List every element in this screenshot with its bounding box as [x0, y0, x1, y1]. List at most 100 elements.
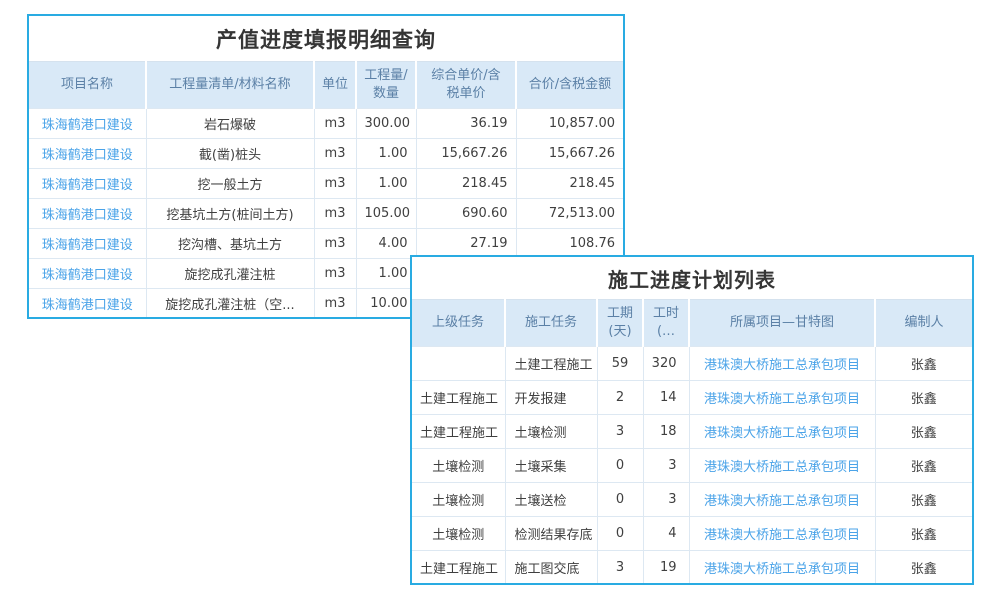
project-link[interactable]: 珠海鹤港口建设: [29, 289, 146, 319]
output-value-detail-title: 产值进度填报明细查询: [29, 16, 623, 61]
unit-cell: m3: [314, 139, 356, 169]
quantity-cell: 1.00: [356, 139, 416, 169]
hours-cell: 18: [643, 415, 689, 449]
hours-cell: 320: [643, 347, 689, 381]
task-cell: 土建工程施工: [505, 347, 597, 381]
unit-cell: m3: [314, 169, 356, 199]
item-name: 岩石爆破: [146, 109, 314, 139]
project-gantt-link[interactable]: 港珠澳大桥施工总承包项目: [689, 483, 875, 517]
col-header-author: 编制人: [875, 300, 972, 347]
project-link[interactable]: 珠海鹤港口建设: [29, 139, 146, 169]
quantity-cell: 300.00: [356, 109, 416, 139]
quantity-cell: 10.00: [356, 289, 416, 319]
author-cell: 张鑫: [875, 483, 972, 517]
table-row: 珠海鹤港口建设 岩石爆破 m3 300.00 36.19 10,857.00: [29, 109, 623, 139]
project-link[interactable]: 珠海鹤港口建设: [29, 109, 146, 139]
project-link[interactable]: 珠海鹤港口建设: [29, 169, 146, 199]
task-cell: 土壤采集: [505, 449, 597, 483]
author-cell: 张鑫: [875, 381, 972, 415]
project-gantt-link[interactable]: 港珠澳大桥施工总承包项目: [689, 517, 875, 551]
table-row: 珠海鹤港口建设 挖一般土方 m3 1.00 218.45 218.45: [29, 169, 623, 199]
unit-price-cell: 15,667.26: [416, 139, 516, 169]
quantity-cell: 105.00: [356, 199, 416, 229]
parent-task-cell: 土建工程施工: [412, 381, 505, 415]
unit-cell: m3: [314, 109, 356, 139]
project-gantt-link[interactable]: 港珠澳大桥施工总承包项目: [689, 449, 875, 483]
project-gantt-link[interactable]: 港珠澳大桥施工总承包项目: [689, 415, 875, 449]
unit-price-cell: 36.19: [416, 109, 516, 139]
project-gantt-link[interactable]: 港珠澳大桥施工总承包项目: [689, 551, 875, 585]
col-header-work-hours: 工时 (…: [643, 300, 689, 347]
hours-cell: 3: [643, 449, 689, 483]
item-name: 旋挖成孔灌注桩: [146, 259, 314, 289]
project-link[interactable]: 珠海鹤港口建设: [29, 199, 146, 229]
table-header-row: 项目名称 工程量清单/材料名称 单位 工程量/ 数量 综合单价/含 税单价 合价…: [29, 62, 623, 109]
col-header-unit-price: 综合单价/含 税单价: [416, 62, 516, 109]
task-cell: 施工图交底: [505, 551, 597, 585]
amount-cell: 72,513.00: [516, 199, 623, 229]
quantity-cell: 1.00: [356, 169, 416, 199]
author-cell: 张鑫: [875, 551, 972, 585]
parent-task-cell: 土建工程施工: [412, 415, 505, 449]
parent-task-cell: 土壤检测: [412, 449, 505, 483]
table-header-row: 上级任务 施工任务 工期 (天) 工时 (… 所属项目—甘特图 编制人: [412, 300, 972, 347]
duration-cell: 59: [597, 347, 643, 381]
quantity-cell: 4.00: [356, 229, 416, 259]
project-link[interactable]: 珠海鹤港口建设: [29, 229, 146, 259]
duration-cell: 2: [597, 381, 643, 415]
duration-cell: 0: [597, 517, 643, 551]
construction-schedule-table: 上级任务 施工任务 工期 (天) 工时 (… 所属项目—甘特图 编制人 土建工程…: [412, 299, 972, 585]
task-cell: 土壤送检: [505, 483, 597, 517]
unit-cell: m3: [314, 259, 356, 289]
item-name: 挖一般土方: [146, 169, 314, 199]
hours-cell: 14: [643, 381, 689, 415]
item-name: 截(凿)桩头: [146, 139, 314, 169]
construction-schedule-title: 施工进度计划列表: [412, 257, 972, 299]
item-name: 挖基坑土方(桩间土方): [146, 199, 314, 229]
author-cell: 张鑫: [875, 347, 972, 381]
duration-cell: 0: [597, 449, 643, 483]
unit-price-cell: 218.45: [416, 169, 516, 199]
table-row: 土建工程施工 开发报建 2 14 港珠澳大桥施工总承包项目 张鑫: [412, 381, 972, 415]
author-cell: 张鑫: [875, 517, 972, 551]
task-cell: 检测结果存底: [505, 517, 597, 551]
parent-task-cell: 土壤检测: [412, 483, 505, 517]
hours-cell: 3: [643, 483, 689, 517]
table-row: 珠海鹤港口建设 挖基坑土方(桩间土方) m3 105.00 690.60 72,…: [29, 199, 623, 229]
construction-schedule-panel: 施工进度计划列表 上级任务 施工任务 工期 (天) 工时 (… 所属项目—甘特图…: [410, 255, 974, 585]
parent-task-cell: [412, 347, 505, 381]
duration-cell: 3: [597, 415, 643, 449]
table-row: 土建工程施工 土壤检测 3 18 港珠澳大桥施工总承包项目 张鑫: [412, 415, 972, 449]
table-row: 土壤检测 检测结果存底 0 4 港珠澳大桥施工总承包项目 张鑫: [412, 517, 972, 551]
amount-cell: 108.76: [516, 229, 623, 259]
duration-cell: 3: [597, 551, 643, 585]
project-link[interactable]: 珠海鹤港口建设: [29, 259, 146, 289]
unit-cell: m3: [314, 199, 356, 229]
item-name: 旋挖成孔灌注桩（空...: [146, 289, 314, 319]
parent-task-cell: 土壤检测: [412, 517, 505, 551]
item-name: 挖沟槽、基坑土方: [146, 229, 314, 259]
table-row: 土壤检测 土壤采集 0 3 港珠澳大桥施工总承包项目 张鑫: [412, 449, 972, 483]
amount-cell: 15,667.26: [516, 139, 623, 169]
table-row: 土建工程施工 施工图交底 3 19 港珠澳大桥施工总承包项目 张鑫: [412, 551, 972, 585]
table-row: 珠海鹤港口建设 挖沟槽、基坑土方 m3 4.00 27.19 108.76: [29, 229, 623, 259]
col-header-construction-task: 施工任务: [505, 300, 597, 347]
table-row: 土壤检测 土壤送检 0 3 港珠澳大桥施工总承包项目 张鑫: [412, 483, 972, 517]
author-cell: 张鑫: [875, 415, 972, 449]
project-gantt-link[interactable]: 港珠澳大桥施工总承包项目: [689, 347, 875, 381]
amount-cell: 218.45: [516, 169, 623, 199]
hours-cell: 4: [643, 517, 689, 551]
col-header-amount: 合价/含税金额: [516, 62, 623, 109]
duration-cell: 0: [597, 483, 643, 517]
author-cell: 张鑫: [875, 449, 972, 483]
table-row: 土建工程施工 59 320 港珠澳大桥施工总承包项目 张鑫: [412, 347, 972, 381]
col-header-unit: 单位: [314, 62, 356, 109]
unit-price-cell: 27.19: [416, 229, 516, 259]
col-header-parent-task: 上级任务: [412, 300, 505, 347]
hours-cell: 19: [643, 551, 689, 585]
project-gantt-link[interactable]: 港珠澳大桥施工总承包项目: [689, 381, 875, 415]
unit-price-cell: 690.60: [416, 199, 516, 229]
col-header-duration-days: 工期 (天): [597, 300, 643, 347]
quantity-cell: 1.00: [356, 259, 416, 289]
unit-cell: m3: [314, 229, 356, 259]
